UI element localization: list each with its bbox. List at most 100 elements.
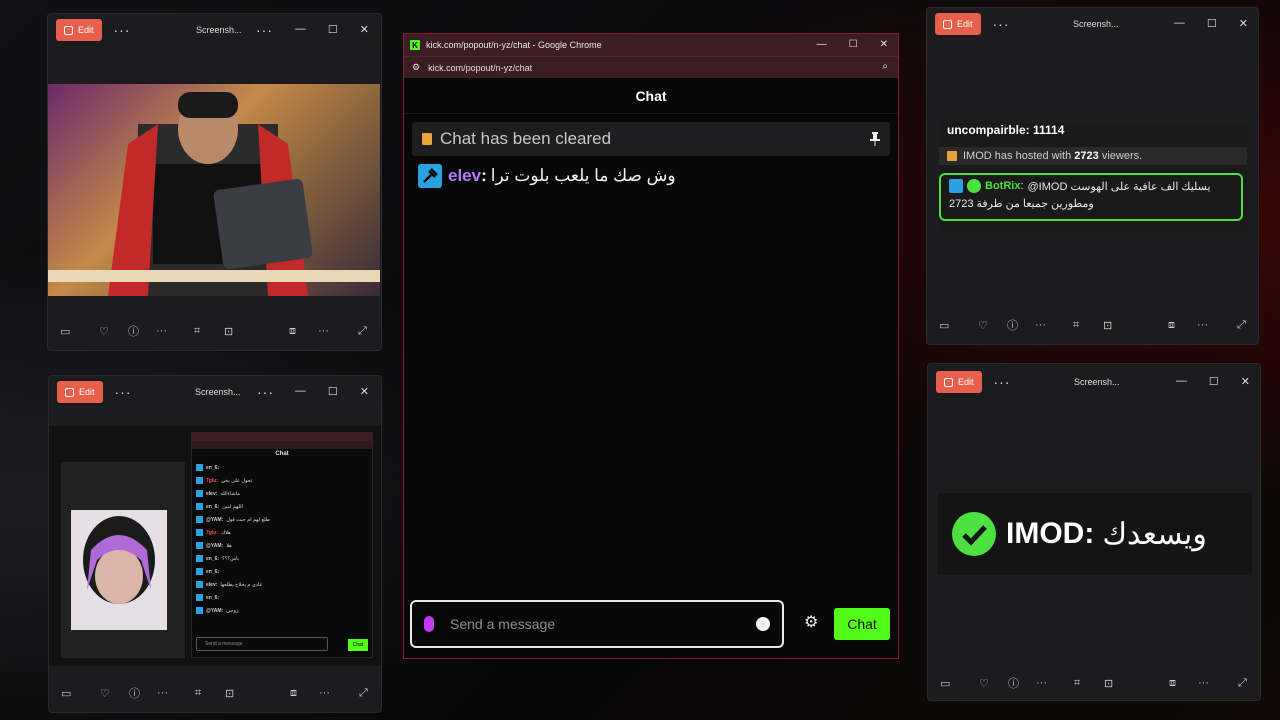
screen-icon[interactable]: ⧈ [290,687,297,700]
mini-username: elev: [206,490,218,497]
more-icon[interactable]: ··· [114,23,131,37]
url-text[interactable]: kick.com/popout/n-yz/chat [428,63,532,73]
more-icon[interactable]: ··· [1036,677,1047,689]
more-icon[interactable]: ··· [257,385,274,399]
more-icon[interactable]: ··· [993,17,1010,31]
mini-username: 7glu: [206,529,218,536]
screen-icon[interactable]: ⧈ [1168,319,1175,332]
settings-gear-icon[interactable]: ⚙ [804,612,818,632]
heart-icon[interactable]: ♡ [99,325,109,338]
close-button[interactable]: ✕ [880,39,888,50]
maximize-button[interactable]: ☐ [1207,17,1217,30]
mini-chat-line: 7glu: هلاك [196,526,368,539]
adjust-icon[interactable]: ⊡ [1104,677,1113,690]
emoji-icon[interactable] [756,617,770,631]
mini-badge-icon [196,464,203,471]
info-icon[interactable]: ⓘ [129,685,140,701]
maximize-button[interactable]: ☐ [1209,375,1219,388]
adjust-icon[interactable]: ⊡ [224,325,233,338]
filmstrip-icon[interactable]: ▭ [940,677,950,690]
edit-button[interactable]: Edit [56,19,102,41]
close-button[interactable]: ✕ [1239,17,1248,30]
minimize-button[interactable]: — [1174,17,1185,30]
filmstrip-icon[interactable]: ▭ [60,325,70,338]
crop-icon[interactable]: ⌗ [195,687,201,700]
minimize-button[interactable]: — [1176,375,1187,388]
more-icon[interactable]: ··· [156,325,167,337]
mini-input[interactable]: Send a message [196,637,328,651]
info-icon[interactable]: ⓘ [1008,675,1019,691]
hosted-post: viewers. [1098,150,1143,162]
more-icon[interactable]: ··· [1035,319,1046,331]
filmstrip-icon[interactable]: ▭ [939,319,949,332]
edit-button[interactable]: Edit [57,381,103,403]
message-username[interactable]: elev [448,166,481,186]
expand-icon[interactable]: ⤢ [359,687,368,700]
adjust-icon[interactable]: ⊡ [1103,319,1112,332]
info-icon[interactable]: ⓘ [128,323,139,339]
crop-icon[interactable]: ⌗ [194,325,200,338]
screen-icon[interactable]: ⧈ [1169,677,1176,690]
edit-button[interactable]: Edit [936,371,982,393]
heart-icon[interactable]: ♡ [978,319,988,332]
address-bar[interactable]: ⚙ kick.com/popout/n-yz/chat ⌕ [404,56,898,78]
message-compose[interactable] [410,600,784,648]
maximize-button[interactable]: ☐ [849,39,858,50]
message-separator: : [481,166,487,185]
close-button[interactable]: ✕ [1241,375,1250,388]
mini-badge-icon [196,516,203,523]
close-button[interactable]: ✕ [360,23,369,36]
edit-icon [944,377,953,387]
crop-icon[interactable]: ⌗ [1074,677,1080,690]
kick-logo-icon: K [410,40,420,50]
send-chat-button[interactable]: Chat [834,608,890,640]
filmstrip-icon[interactable]: ▭ [61,687,71,700]
maximize-button[interactable]: ☐ [328,385,338,398]
message-input[interactable] [450,616,756,632]
more-icon[interactable]: ··· [256,23,273,37]
expand-icon[interactable]: ⤢ [358,325,367,338]
expand-icon[interactable]: ⤢ [1237,319,1246,332]
more-icon[interactable]: ··· [1198,677,1209,689]
more-icon[interactable]: ··· [994,375,1011,389]
screen-icon[interactable]: ⧈ [289,325,296,338]
heart-icon[interactable]: ♡ [100,687,110,700]
host-icon [947,151,957,161]
heart-icon[interactable]: ♡ [979,677,989,690]
window-title: Screensh... [196,25,242,35]
mini-chat-messages: en_6: 7glu: تحول على يخي elev: ماشاءالله en_6… [192,459,372,619]
expand-icon[interactable]: ⤢ [1238,677,1247,690]
bottom-toolbar: ▭ ♡ ⓘ ··· ⌗ ⊡ ⧈ ··· ⤢ [928,668,1260,698]
info-icon[interactable]: ⓘ [1007,317,1018,333]
more-icon[interactable]: ··· [115,385,132,399]
more-icon[interactable]: ··· [1197,319,1208,331]
chrome-chat-window: K kick.com/popout/n-yz/chat - Google Chr… [403,33,899,659]
more-icon[interactable]: ··· [319,687,330,699]
botrix-sep: : [1020,180,1024,192]
edit-button[interactable]: Edit [935,13,981,35]
adjust-icon[interactable]: ⊡ [225,687,234,700]
pin-icon[interactable] [870,132,880,146]
mini-badge-icon [196,490,203,497]
microphone-icon[interactable] [424,616,434,632]
more-icon[interactable]: ··· [318,325,329,337]
zoom-icon[interactable]: ⌕ [882,61,888,72]
minimize-button[interactable]: — [295,23,306,36]
mini-send-button[interactable]: Chat [348,639,368,651]
overlay-line-1: uncompairble: 11114 [947,123,1065,137]
mini-text: اللهم امين [222,503,244,510]
mini-badge-icon [196,607,203,614]
mini-username: @YAM: [206,542,224,549]
minimize-button[interactable]: — [295,385,306,398]
more-icon[interactable]: ··· [157,687,168,699]
mini-chat-header: Chat [275,451,289,457]
mini-text: زوجي [226,607,239,614]
minimize-button[interactable]: — [817,39,827,50]
maximize-button[interactable]: ☐ [328,23,338,36]
mini-chat-line: elev: عادي م يخلاح يطلعها [196,578,368,591]
close-button[interactable]: ✕ [360,385,369,398]
mini-username: 7glu: [206,477,218,484]
site-info-icon[interactable]: ⚙ [412,62,420,73]
crop-icon[interactable]: ⌗ [1073,319,1079,332]
imod-user: IMOD [1006,517,1085,550]
